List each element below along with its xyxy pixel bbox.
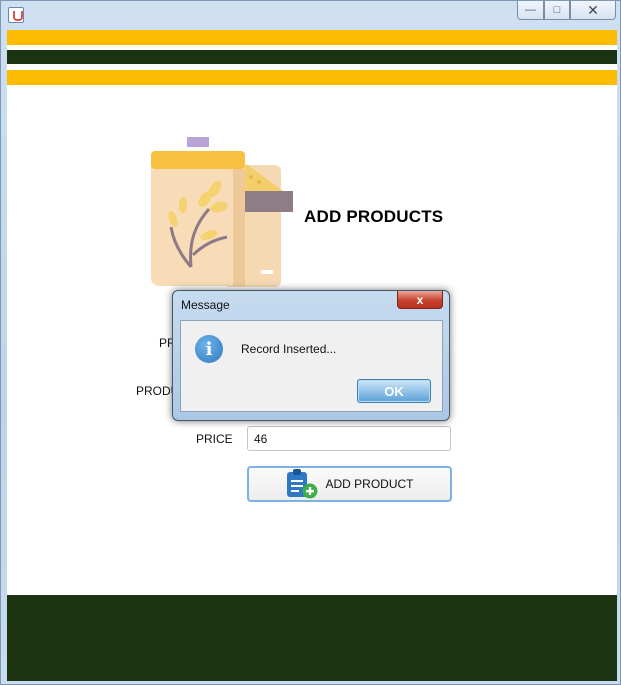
close-window-button[interactable]: ✕ <box>570 1 616 20</box>
header-stripe-yellow-top <box>7 30 617 45</box>
header-stripe-yellow-bottom <box>7 70 617 85</box>
page-title: ADD PRODUCTS <box>304 207 444 226</box>
title-bar[interactable]: — □ ✕ <box>1 1 620 29</box>
header-stripe-green <box>7 50 617 64</box>
ok-button[interactable]: OK <box>357 379 431 403</box>
sack-front-body <box>151 151 245 286</box>
close-icon: x <box>416 292 424 307</box>
dialog-title: Message <box>181 298 230 312</box>
add-product-button-label: ADD PRODUCT <box>325 477 414 491</box>
add-product-button[interactable]: ADD PRODUCT <box>247 466 452 502</box>
dialog-message: Record Inserted... <box>241 342 337 356</box>
window-controls: — □ ✕ <box>517 1 616 20</box>
clipboard-add-icon <box>287 469 318 499</box>
footer-band <box>7 595 617 681</box>
java-app-icon <box>8 7 24 23</box>
sack-clip <box>187 137 209 147</box>
maximize-button[interactable]: □ <box>544 1 570 20</box>
grain-sack-icon <box>151 137 293 287</box>
app-window: — □ ✕ ADD PRODUCTS PR PRODU PRICE 46 ADD… <box>0 0 621 685</box>
dialog-close-button[interactable]: x <box>397 291 443 309</box>
sack-front-top <box>151 151 245 169</box>
info-icon: i <box>195 335 223 363</box>
price-input[interactable]: 46 <box>247 426 451 451</box>
minimize-button[interactable]: — <box>517 1 544 20</box>
price-label: PRICE <box>196 432 233 446</box>
message-dialog: Message x i Record Inserted... OK <box>172 290 450 421</box>
dialog-body: i Record Inserted... OK <box>180 320 443 412</box>
